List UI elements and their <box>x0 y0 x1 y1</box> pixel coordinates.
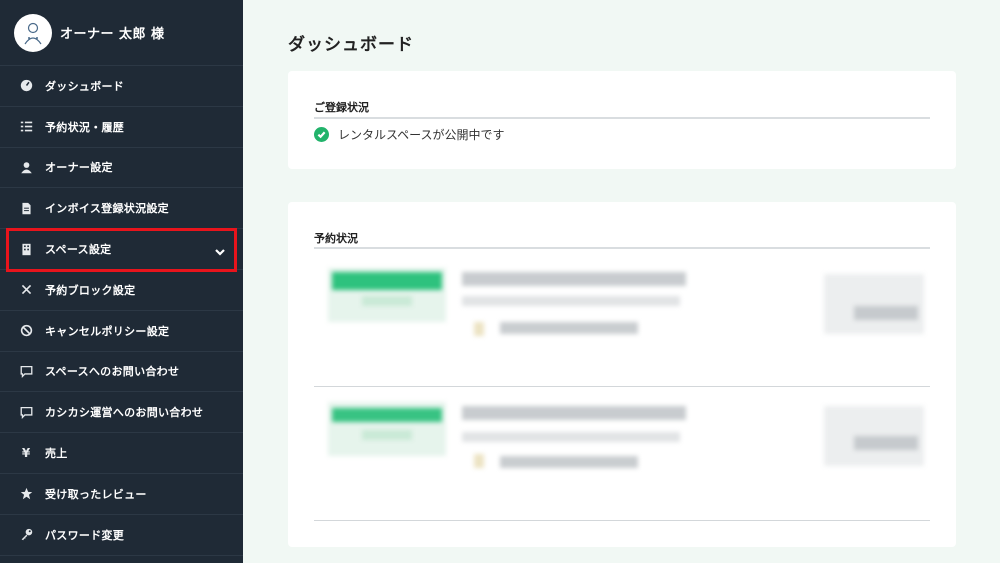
sidebar-item-label: オーナー設定 <box>45 161 113 175</box>
star-icon <box>19 487 33 501</box>
sidebar-item-label: 予約ブロック設定 <box>45 283 136 297</box>
list-item[interactable] <box>314 398 930 518</box>
sidebar-item-label: カシカシ運営へのお問い合わせ <box>45 406 204 420</box>
sidebar-item-password[interactable]: パスワード変更 <box>0 515 243 556</box>
user-name: オーナー 太郎 様 <box>60 27 165 42</box>
reservation-status-text <box>362 430 412 440</box>
dashboard-icon <box>19 79 33 93</box>
reservation-date <box>500 456 638 468</box>
reservation-amount-box <box>824 274 924 334</box>
sidebar-item-reviews[interactable]: 受け取ったレビュー <box>0 474 243 515</box>
sidebar-item-reservations[interactable]: 予約状況・履歴 <box>0 107 243 148</box>
key-icon <box>19 528 33 542</box>
avatar <box>14 13 52 52</box>
sidebar-nav: ダッシュボード 予約状況・履歴 オーナー設定 インボイス登録状況設定 スペース設… <box>0 66 243 556</box>
sidebar-item-sales[interactable]: ¥ 売上 <box>0 433 243 474</box>
reservation-status-text <box>362 296 412 306</box>
avatar-illustration-icon <box>24 22 42 44</box>
chevron-down-icon[interactable] <box>214 243 226 256</box>
ban-icon <box>19 324 33 338</box>
reservation-amount <box>854 436 918 450</box>
sidebar-item-cancel-policy[interactable]: キャンセルポリシー設定 <box>0 311 243 352</box>
sidebar-item-space-settings[interactable]: スペース設定 <box>0 229 243 270</box>
registration-card: ご登録状況 レンタルスペースが公開中です <box>288 71 956 169</box>
user-icon <box>19 160 33 174</box>
reservation-status-bar <box>332 272 442 290</box>
x-icon <box>19 283 33 297</box>
reservation-status-bar <box>332 408 442 422</box>
sidebar-item-label: スペース設定 <box>45 243 112 257</box>
check-circle-icon <box>314 127 329 142</box>
reservation-subtitle <box>462 432 680 442</box>
sidebar-item-label: 売上 <box>45 447 68 461</box>
reservation-title <box>462 272 686 286</box>
document-icon <box>19 201 33 215</box>
sidebar-item-label: パスワード変更 <box>45 528 125 542</box>
chat-icon <box>19 405 33 419</box>
calendar-icon <box>474 322 484 336</box>
divider <box>314 117 930 119</box>
reservation-date <box>500 322 638 334</box>
page-title: ダッシュボード <box>288 35 414 55</box>
sidebar: オーナー 太郎 様 ダッシュボード 予約状況・履歴 オーナー設定 インボイス登録… <box>0 0 243 563</box>
sidebar-item-label: キャンセルポリシー設定 <box>45 324 170 338</box>
reservation-heading: 予約状況 <box>314 232 358 245</box>
registration-status: レンタルスペースが公開中です <box>314 126 505 143</box>
divider <box>314 520 930 521</box>
reservation-subtitle <box>462 296 680 306</box>
reservation-amount <box>854 306 918 320</box>
building-icon <box>19 242 33 256</box>
sidebar-item-label: 予約状況・履歴 <box>45 120 125 134</box>
sidebar-item-block-settings[interactable]: 予約ブロック設定 <box>0 270 243 311</box>
reservation-card: 予約状況 <box>288 202 956 547</box>
sidebar-item-label: 受け取ったレビュー <box>45 487 147 501</box>
sidebar-item-label: スペースへのお問い合わせ <box>45 365 180 379</box>
sidebar-item-label: インボイス登録状況設定 <box>45 202 169 216</box>
divider <box>314 386 930 387</box>
user-profile[interactable]: オーナー 太郎 様 <box>0 0 243 66</box>
sidebar-item-owner-settings[interactable]: オーナー設定 <box>0 148 243 189</box>
divider <box>314 247 930 249</box>
reservation-title <box>462 406 686 420</box>
sidebar-item-dashboard[interactable]: ダッシュボード <box>0 66 243 107</box>
registration-heading: ご登録状況 <box>314 101 369 114</box>
main-content: ダッシュボード ご登録状況 レンタルスペースが公開中です 予約状況 <box>243 0 1000 563</box>
sidebar-item-operator-inquiry[interactable]: カシカシ運営へのお問い合わせ <box>0 392 243 434</box>
status-text: レンタルスペースが公開中です <box>338 128 505 142</box>
sidebar-item-invoice-settings[interactable]: インボイス登録状況設定 <box>0 188 243 230</box>
list-check-icon <box>19 120 33 134</box>
calendar-icon <box>474 454 484 468</box>
sidebar-item-label: ダッシュボード <box>45 79 125 93</box>
sidebar-item-space-inquiry[interactable]: スペースへのお問い合わせ <box>0 352 243 393</box>
yen-icon: ¥ <box>21 446 31 461</box>
chat-icon <box>19 364 33 378</box>
list-item[interactable] <box>314 264 930 384</box>
